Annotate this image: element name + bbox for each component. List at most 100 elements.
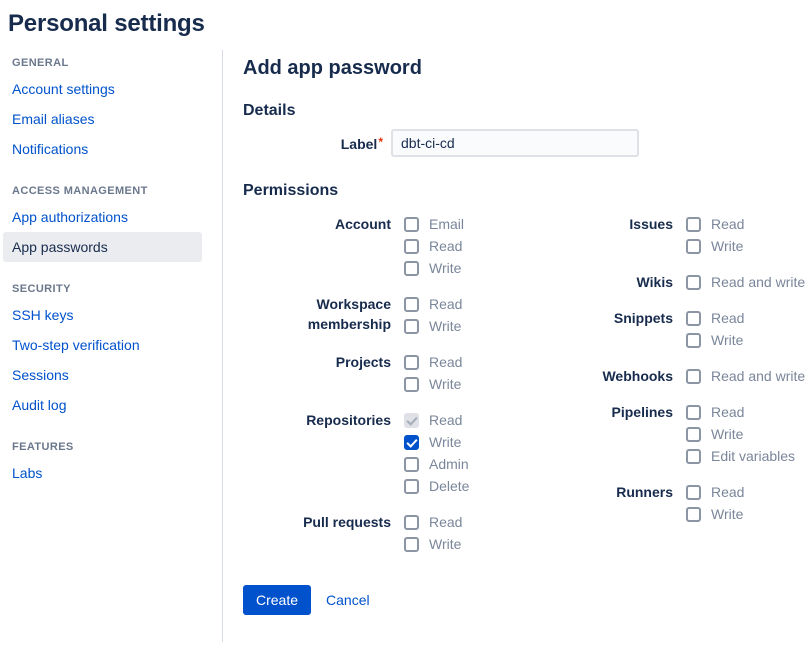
checkbox-option-issues-read[interactable]: Read <box>686 214 744 234</box>
checkbox-option-repositories-delete[interactable]: Delete <box>404 476 469 496</box>
permission-category-label: Snippets <box>543 308 673 328</box>
sidebar-item-audit-log[interactable]: Audit log <box>3 390 202 420</box>
sidebar-section-features: FEATURES Labs <box>0 441 222 488</box>
checkbox-option-runners-write[interactable]: Write <box>686 504 744 524</box>
form-title: Add app password <box>243 57 808 80</box>
unchecked-checkbox-icon[interactable] <box>404 457 419 472</box>
checkbox-option-repositories-admin[interactable]: Admin <box>404 454 469 474</box>
checked-checkbox-icon[interactable] <box>404 435 419 450</box>
checkbox-option-account-write[interactable]: Write <box>404 258 464 278</box>
permission-category-label: Projects <box>243 352 391 372</box>
required-asterisk: * <box>378 135 383 149</box>
checkbox-label: Read <box>429 512 462 532</box>
label-input[interactable] <box>391 129 639 157</box>
checkbox-label: Edit variables <box>711 446 795 466</box>
checkbox-option-pipelines-write[interactable]: Write <box>686 424 795 444</box>
checkbox-option-workspace-membership-write[interactable]: Write <box>404 316 462 336</box>
sidebar-section-access-management: ACCESS MANAGEMENT App authorizationsApp p… <box>0 185 222 262</box>
sidebar-section-security: SECURITYSSH keysTwo-step verificationSes… <box>0 283 222 420</box>
checkbox-option-wikis-read-and-write[interactable]: Read and write <box>686 272 805 292</box>
unchecked-checkbox-icon[interactable] <box>404 377 419 392</box>
unchecked-checkbox-icon[interactable] <box>686 369 701 384</box>
checkbox-label: Admin <box>429 454 469 474</box>
permission-options: ReadWrite <box>404 352 462 394</box>
permission-category-label: Pull requests <box>243 512 391 532</box>
sidebar-item-labs[interactable]: Labs <box>3 458 202 488</box>
checkbox-option-account-read[interactable]: Read <box>404 236 464 256</box>
checkbox-option-snippets-read[interactable]: Read <box>686 308 744 328</box>
unchecked-checkbox-icon[interactable] <box>404 239 419 254</box>
unchecked-checkbox-icon[interactable] <box>404 355 419 370</box>
unchecked-checkbox-icon[interactable] <box>686 485 701 500</box>
checkbox-option-pull-requests-write[interactable]: Write <box>404 534 462 554</box>
unchecked-checkbox-icon[interactable] <box>404 297 419 312</box>
sidebar-item-notifications[interactable]: Notifications <box>3 134 202 164</box>
permission-category-label: Webhooks <box>543 366 673 386</box>
permission-options: ReadWrite <box>686 308 744 350</box>
cancel-link[interactable]: Cancel <box>326 592 370 608</box>
permission-group-snippets: Snippets ReadWrite <box>543 308 805 350</box>
unchecked-checkbox-icon[interactable] <box>686 427 701 442</box>
permission-group-repositories: RepositoriesReadWriteAdminDelete <box>243 410 543 496</box>
sidebar-item-app-passwords[interactable]: App passwords <box>3 232 202 262</box>
unchecked-checkbox-icon[interactable] <box>686 311 701 326</box>
unchecked-checkbox-icon[interactable] <box>404 319 419 334</box>
unchecked-checkbox-icon[interactable] <box>404 261 419 276</box>
sidebar-item-email-aliases[interactable]: Email aliases <box>3 104 202 134</box>
checkbox-option-pipelines-read[interactable]: Read <box>686 402 795 422</box>
unchecked-checkbox-icon[interactable] <box>686 405 701 420</box>
checkbox-option-webhooks-read-and-write[interactable]: Read and write <box>686 366 805 386</box>
checked-checkbox-icon <box>404 413 419 428</box>
unchecked-checkbox-icon[interactable] <box>404 515 419 530</box>
permission-options: ReadWriteAdminDelete <box>404 410 469 496</box>
checkbox-label: Read <box>429 236 462 256</box>
sidebar-item-sessions[interactable]: Sessions <box>3 360 202 390</box>
unchecked-checkbox-icon[interactable] <box>404 537 419 552</box>
settings-sidebar: GENERALAccount settingsEmail aliasesNoti… <box>0 50 223 642</box>
checkbox-option-pull-requests-read[interactable]: Read <box>404 512 462 532</box>
sidebar-section-heading: ACCESS MANAGEMENT <box>12 185 222 197</box>
checkbox-option-repositories-write[interactable]: Write <box>404 432 469 452</box>
page-title: Personal settings <box>0 0 808 50</box>
sidebar-item-ssh-keys[interactable]: SSH keys <box>3 300 202 330</box>
permission-category-label: Runners <box>543 482 673 502</box>
checkbox-option-projects-read[interactable]: Read <box>404 352 462 372</box>
checkbox-option-projects-write[interactable]: Write <box>404 374 462 394</box>
checkbox-option-workspace-membership-read[interactable]: Read <box>404 294 462 314</box>
permission-options: ReadWrite <box>404 294 462 336</box>
permission-group-issues: Issues ReadWrite <box>543 214 805 256</box>
unchecked-checkbox-icon[interactable] <box>404 217 419 232</box>
sidebar-item-app-authorizations[interactable]: App authorizations <box>3 202 202 232</box>
sidebar-item-account-settings[interactable]: Account settings <box>3 74 202 104</box>
unchecked-checkbox-icon[interactable] <box>686 333 701 348</box>
permission-category-label: Issues <box>543 214 673 234</box>
checkbox-option-account-email[interactable]: Email <box>404 214 464 234</box>
checkbox-option-issues-write[interactable]: Write <box>686 236 744 256</box>
unchecked-checkbox-icon[interactable] <box>686 507 701 522</box>
checkbox-label: Write <box>429 316 461 336</box>
unchecked-checkbox-icon[interactable] <box>404 479 419 494</box>
unchecked-checkbox-icon[interactable] <box>686 217 701 232</box>
checkbox-option-runners-read[interactable]: Read <box>686 482 744 502</box>
permissions-heading: Permissions <box>243 182 808 200</box>
unchecked-checkbox-icon[interactable] <box>686 239 701 254</box>
permission-group-pull-requests: Pull requests ReadWrite <box>243 512 543 554</box>
unchecked-checkbox-icon[interactable] <box>686 275 701 290</box>
create-button[interactable]: Create <box>243 585 311 615</box>
checkbox-option-repositories-read: Read <box>404 410 469 430</box>
sidebar-section-heading: FEATURES <box>12 441 222 453</box>
settings-layout: GENERALAccount settingsEmail aliasesNoti… <box>0 50 808 642</box>
checkbox-option-pipelines-edit-variables[interactable]: Edit variables <box>686 446 795 466</box>
permission-group-wikis: WikisRead and write <box>543 272 805 292</box>
unchecked-checkbox-icon[interactable] <box>686 449 701 464</box>
permission-options: Read and write <box>686 272 805 292</box>
label-field-label: Label* <box>243 135 383 152</box>
permission-options: EmailReadWrite <box>404 214 464 278</box>
checkbox-label: Write <box>429 374 461 394</box>
sidebar-item-two-step-verification[interactable]: Two-step verification <box>3 330 202 360</box>
permission-group-projects: Projects ReadWrite <box>243 352 543 394</box>
checkbox-label: Write <box>429 432 461 452</box>
permission-group-runners: Runners ReadWrite <box>543 482 805 524</box>
form-actions: Create Cancel <box>243 585 808 615</box>
checkbox-option-snippets-write[interactable]: Write <box>686 330 744 350</box>
